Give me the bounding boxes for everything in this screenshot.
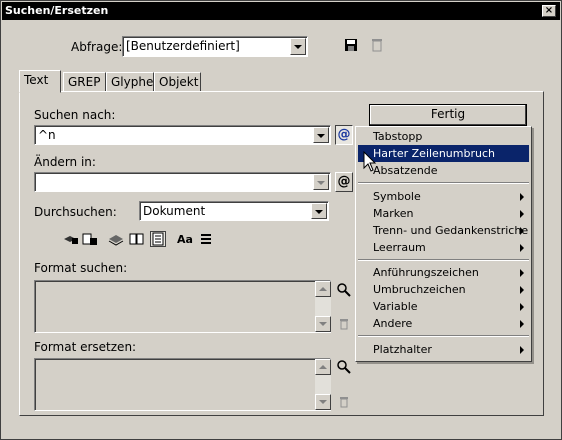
format-find-label: Format suchen: bbox=[34, 261, 128, 275]
menu-separator bbox=[358, 259, 529, 261]
close-button[interactable]: × bbox=[542, 5, 556, 17]
footnotes-icon[interactable] bbox=[150, 231, 166, 247]
menu-item-label: Marken bbox=[373, 207, 414, 220]
menu-item-label: Absatzende bbox=[373, 164, 438, 177]
menu-item-label: Variable bbox=[373, 300, 418, 313]
save-query-icon[interactable] bbox=[343, 38, 359, 54]
format-find-scrollbar[interactable] bbox=[315, 281, 331, 332]
menu-item-other[interactable]: Andere bbox=[358, 315, 529, 332]
menu-item-label: Umbruchzeichen bbox=[373, 283, 466, 296]
menu-item-white-space[interactable]: Leerraum bbox=[358, 239, 529, 256]
format-change-scroll-up[interactable] bbox=[315, 359, 331, 375]
menu-item-wildcards[interactable]: Platzhalter bbox=[358, 341, 529, 358]
format-change-label: Format ersetzen: bbox=[34, 340, 137, 354]
submenu-arrow-icon bbox=[520, 269, 524, 277]
menu-item-label: Anführungszeichen bbox=[373, 266, 479, 279]
tab-object[interactable]: Objekt bbox=[154, 72, 201, 92]
change-label: Ändern in: bbox=[34, 155, 96, 169]
query-value: [Benutzerdefiniert] bbox=[126, 39, 240, 53]
find-value: ^n bbox=[38, 128, 56, 142]
submenu-arrow-icon bbox=[520, 286, 524, 294]
clear-find-format-icon[interactable] bbox=[336, 317, 352, 333]
menu-item-markers[interactable]: Marken bbox=[358, 205, 529, 222]
special-characters-change-icon[interactable]: @ bbox=[335, 172, 353, 192]
menu-item-tab[interactable]: Tabstopp bbox=[358, 128, 529, 145]
locked-layers-icon[interactable] bbox=[63, 232, 79, 248]
find-label: Suchen nach: bbox=[34, 108, 116, 122]
menu-item-label: Tabstopp bbox=[373, 130, 423, 143]
submenu-arrow-icon bbox=[520, 303, 524, 311]
search-in-value: Dokument bbox=[143, 204, 206, 218]
menu-item-symbols[interactable]: Symbole bbox=[358, 188, 529, 205]
submenu-arrow-icon bbox=[520, 320, 524, 328]
menu-item-quotation-marks[interactable]: Anführungszeichen bbox=[358, 264, 529, 281]
dialog-title: Suchen/Ersetzen bbox=[5, 4, 109, 17]
menu-separator bbox=[358, 182, 529, 184]
master-pages-icon[interactable] bbox=[129, 232, 145, 248]
special-characters-find-icon[interactable]: @ bbox=[335, 125, 353, 145]
search-in-dropdown-button[interactable] bbox=[311, 203, 327, 219]
menu-item-break-characters[interactable]: Umbruchzeichen bbox=[358, 281, 529, 298]
submenu-arrow-icon bbox=[520, 210, 524, 218]
format-change-scroll-down[interactable] bbox=[315, 394, 331, 410]
hidden-layers-icon[interactable] bbox=[108, 232, 124, 248]
menu-item-label: Harter Zeilenumbruch bbox=[373, 147, 495, 160]
format-change-scrollbar[interactable] bbox=[315, 359, 331, 410]
format-change-box[interactable] bbox=[34, 358, 331, 411]
menu-item-label: Platzhalter bbox=[373, 343, 432, 356]
change-field[interactable] bbox=[34, 172, 331, 192]
find-field[interactable]: ^n bbox=[34, 125, 331, 145]
format-find-scroll-up[interactable] bbox=[315, 281, 331, 297]
change-dropdown-button[interactable] bbox=[313, 174, 329, 190]
menu-item-label: Andere bbox=[373, 317, 413, 330]
menu-separator bbox=[358, 335, 529, 337]
tab-text-label: Text bbox=[24, 73, 49, 87]
format-find-box[interactable] bbox=[34, 280, 331, 333]
specify-find-format-icon[interactable] bbox=[336, 282, 352, 298]
query-label: Abfrage: bbox=[71, 40, 123, 54]
query-select[interactable]: [Benutzerdefiniert] bbox=[122, 36, 308, 57]
menu-item-label: Symbole bbox=[373, 190, 421, 203]
menu-item-label: Trenn- und Gedankenstriche bbox=[373, 224, 529, 237]
special-characters-menu: Tabstopp Harter Zeilenumbruch Absatzende… bbox=[355, 126, 532, 362]
search-in-label: Durchsuchen: bbox=[34, 205, 117, 219]
menu-item-end-of-paragraph[interactable]: Absatzende bbox=[358, 162, 529, 179]
tab-text[interactable]: Text bbox=[19, 70, 61, 93]
tab-glyph[interactable]: Glyphe bbox=[106, 72, 154, 92]
find-dropdown-button[interactable] bbox=[313, 127, 329, 143]
menu-item-label: Leerraum bbox=[373, 241, 426, 254]
clear-change-format-icon[interactable] bbox=[336, 395, 352, 411]
title-bar[interactable]: Suchen/Ersetzen × bbox=[2, 2, 560, 20]
submenu-arrow-icon bbox=[520, 244, 524, 252]
submenu-arrow-icon bbox=[520, 227, 524, 235]
tab-glyph-label: Glyphe bbox=[111, 75, 154, 89]
mouse-cursor-icon bbox=[363, 151, 377, 172]
menu-item-hyphens-dashes[interactable]: Trenn- und Gedankenstriche bbox=[358, 222, 529, 239]
search-in-select[interactable]: Dokument bbox=[139, 201, 329, 221]
find-change-dialog: Suchen/Ersetzen × Abfrage: [Benutzerdefi… bbox=[0, 0, 562, 440]
tab-grep-label: GREP bbox=[68, 75, 101, 89]
specify-change-format-icon[interactable] bbox=[336, 359, 352, 375]
menu-item-variable[interactable]: Variable bbox=[358, 298, 529, 315]
tab-grep[interactable]: GREP bbox=[63, 72, 106, 92]
menu-item-forced-line-break[interactable]: Harter Zeilenumbruch bbox=[358, 145, 529, 162]
submenu-arrow-icon bbox=[520, 193, 524, 201]
query-dropdown-button[interactable] bbox=[290, 38, 306, 55]
whole-word-icon[interactable] bbox=[198, 232, 214, 248]
done-button[interactable]: Fertig bbox=[369, 104, 527, 126]
case-sensitive-icon[interactable]: Aa bbox=[177, 232, 193, 248]
tab-object-label: Objekt bbox=[159, 75, 199, 89]
submenu-arrow-icon bbox=[520, 346, 524, 354]
delete-query-icon[interactable] bbox=[369, 38, 385, 54]
locked-stories-icon[interactable] bbox=[82, 232, 98, 248]
format-find-scroll-down[interactable] bbox=[315, 316, 331, 332]
